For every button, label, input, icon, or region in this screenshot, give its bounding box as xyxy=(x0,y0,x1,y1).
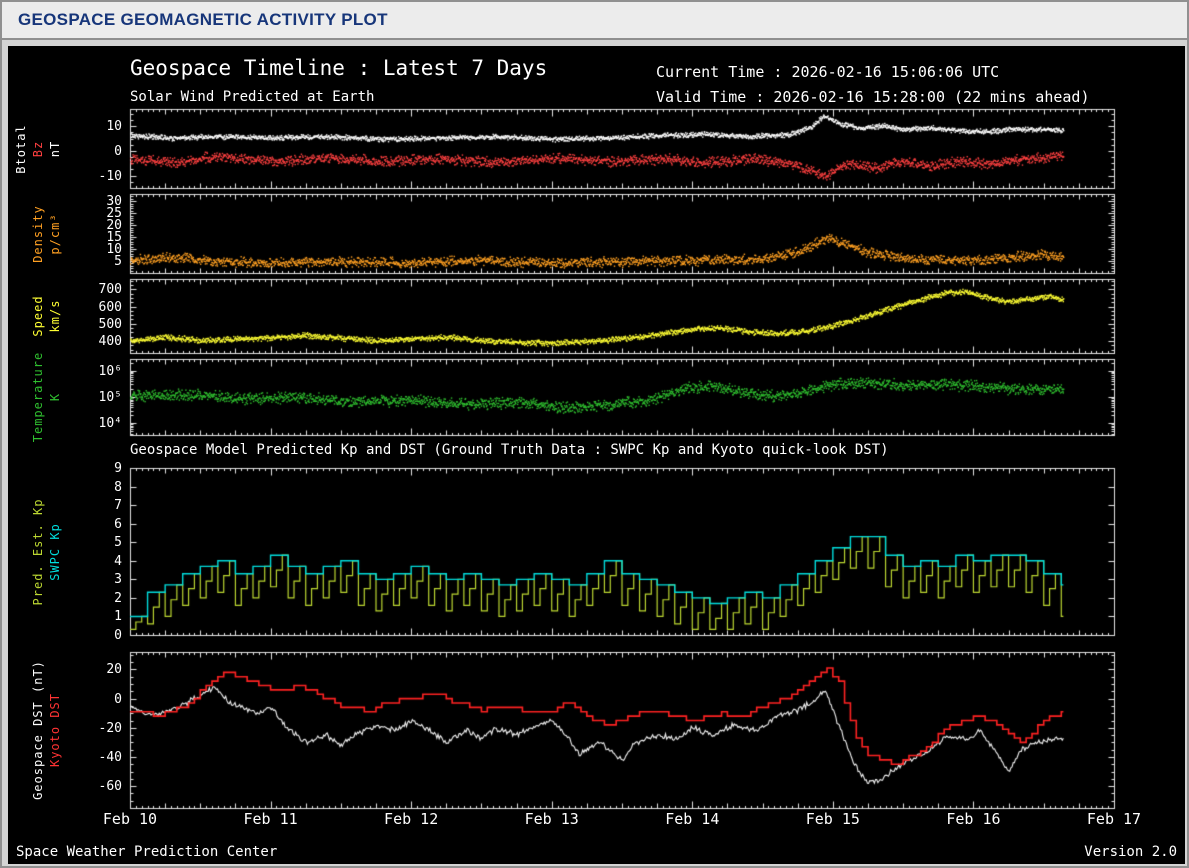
y-tick-label: 0 xyxy=(114,143,122,159)
plot-title: Geospace Timeline : Latest 7 Days xyxy=(130,56,548,80)
y-tick-label: 10⁴ xyxy=(98,415,122,431)
y-tick-label: 10⁶ xyxy=(98,363,122,379)
x-tick-label: Feb 15 xyxy=(805,810,860,828)
x-tick-label: Feb 16 xyxy=(946,810,1001,828)
x-tick-label: Feb 10 xyxy=(102,810,158,828)
axis-label-kyoto-dst: Kyoto DST xyxy=(48,692,62,768)
page: { "window": { "title": "GEOSPACE GEOMAGN… xyxy=(0,0,1189,868)
y-tick-label: 10⁵ xyxy=(98,389,122,405)
y-tick-label: -40 xyxy=(98,749,122,765)
y-tick-label: 6 xyxy=(114,516,122,532)
current-time-label: Current Time : 2026-02-16 15:06:06 UTC xyxy=(656,63,1000,81)
y-tick-label: 0 xyxy=(114,691,122,707)
y-tick-label: 9 xyxy=(114,460,122,476)
x-tick-label: Feb 12 xyxy=(384,810,439,828)
y-tick-label: 700 xyxy=(98,281,122,297)
window-title: GEOSPACE GEOMAGNETIC ACTIVITY PLOT xyxy=(18,10,388,29)
window-titlebar: GEOSPACE GEOMAGNETIC ACTIVITY PLOT xyxy=(2,2,1187,40)
axis-label-pred-est-kp: Pred. Est. Kp xyxy=(31,498,45,605)
x-tick-label: Feb 11 xyxy=(243,810,298,828)
axis-label-geospace-dst-nt-: Geospace DST (nT) xyxy=(31,660,45,800)
y-tick-label: -10 xyxy=(98,168,122,184)
axis-label-swpc-kp: SWPC Kp xyxy=(48,522,62,581)
y-tick-label: 5 xyxy=(114,253,122,269)
footer-credit: Space Weather Prediction Center xyxy=(16,844,278,860)
y-tick-label: 5 xyxy=(114,534,122,550)
y-tick-label: 10 xyxy=(106,118,122,134)
y-tick-label: -60 xyxy=(98,778,122,794)
y-tick-label: 0 xyxy=(114,627,122,643)
y-tick-label: 1 xyxy=(114,608,122,624)
x-tick-label: Feb 13 xyxy=(524,810,579,828)
y-tick-label: -20 xyxy=(98,720,122,736)
valid-time-label: Valid Time : 2026-02-16 15:28:00 (22 min… xyxy=(656,88,1090,106)
y-tick-label: 600 xyxy=(98,299,122,315)
kp-dst-section-title: Geospace Model Predicted Kp and DST (Gro… xyxy=(130,442,889,458)
y-tick-label: 8 xyxy=(114,479,122,495)
y-tick-label: 500 xyxy=(98,316,122,332)
axis-label-btotal: Btotal xyxy=(14,123,28,174)
y-tick-label: 400 xyxy=(98,333,122,349)
y-tick-label: 4 xyxy=(114,553,122,569)
y-tick-label: 20 xyxy=(106,661,122,677)
solar-wind-subtitle: Solar Wind Predicted at Earth xyxy=(130,89,375,105)
x-tick-label: Feb 14 xyxy=(665,810,720,828)
footer-version: Version 2.0 xyxy=(1084,844,1177,860)
geospace-plot: Geospace Timeline : Latest 7 Days Curren… xyxy=(8,46,1185,864)
x-tick-label: Feb 17 xyxy=(1086,810,1142,828)
y-tick-label: 2 xyxy=(114,590,122,606)
y-tick-label: 3 xyxy=(114,571,122,587)
y-tick-label: 7 xyxy=(114,497,122,513)
